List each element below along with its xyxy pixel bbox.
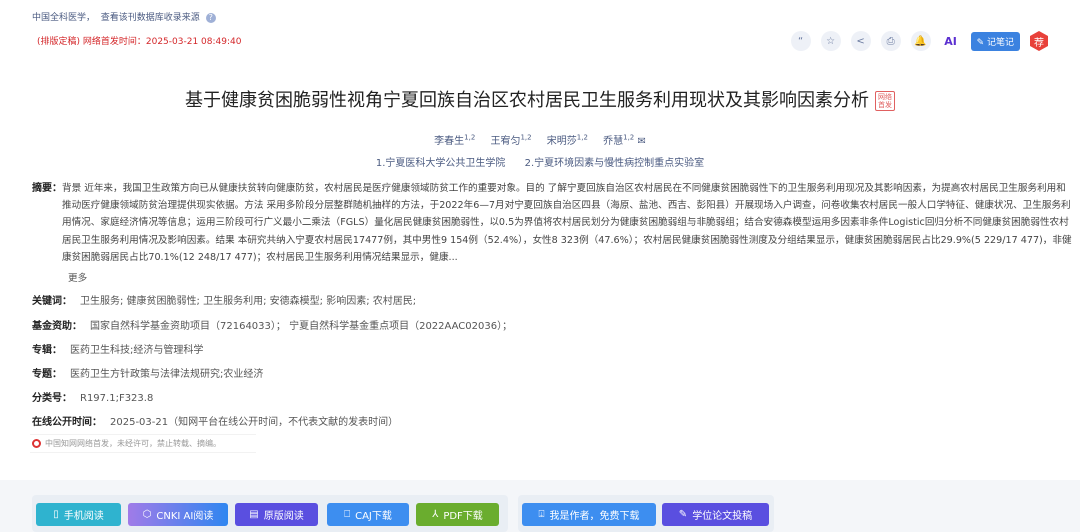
abstract-text: 背景 近年来，我国卫生政策方向已从健康扶贫转向健康防贫，农村居民是医疗健康领域防…	[62, 183, 1072, 263]
funding-value[interactable]: 国家自然科学基金资助项目（72164033）； 宁夏自然科学基金重点项目（202…	[90, 321, 512, 332]
classification-row: 分类号： R197.1;F323.8	[32, 389, 153, 404]
affiliation[interactable]: 2.宁夏环境因素与慢性病控制重点实验室	[525, 158, 705, 169]
phone-icon: ▯	[53, 509, 59, 520]
copyright-notice: 中国知网网络首发，未经许可，禁止转载、摘编。	[30, 434, 256, 453]
affiliation[interactable]: 1.宁夏医科大学公共卫生学院	[376, 158, 506, 169]
author[interactable]: 宋明莎1,2	[547, 134, 588, 147]
online-date-label: 在线公开时间：	[32, 417, 102, 428]
album-row: 专辑： 医药卫生科技;经济与管理科学	[32, 341, 203, 356]
book-icon: ▤	[249, 509, 259, 520]
star-icon[interactable]: ☆	[820, 31, 841, 51]
affiliations: 1.宁夏医科大学公共卫生学院 2.宁夏环境因素与慢性病控制重点实验室	[0, 154, 1080, 169]
pdf-download-button[interactable]: ⅄ PDF下载	[416, 503, 499, 526]
note-button[interactable]: ✎ 记笔记	[970, 31, 1020, 51]
share-icon[interactable]: <	[850, 31, 871, 51]
original-read-button[interactable]: ▤ 原版阅读	[235, 503, 318, 526]
help-icon[interactable]: ?	[205, 13, 216, 23]
journal-link[interactable]: 中国全科医学，	[32, 13, 95, 23]
author[interactable]: 乔慧1,2 ✉	[603, 134, 646, 147]
quote-icon[interactable]: “	[790, 31, 811, 51]
action-bar: ▯ 手机阅读 ⬡ CNKI AI阅读 ▤ 原版阅读 ⎕ CAJ下载 ⅄ PDF下载 ⍗ 我是…	[0, 480, 1080, 532]
online-date-value: 2025-03-21（知网平台在线公开时间，不代表文献的发表时间）	[110, 417, 399, 428]
thesis-submit-button[interactable]: ✎ 学位论文投稿	[662, 503, 769, 526]
author[interactable]: 李春生1,2	[434, 134, 475, 147]
toolbar: “ ☆ < ⎙ 🔔 AI ✎ 记笔记 荐	[790, 31, 1048, 51]
keywords-value[interactable]: 卫生服务; 健康贫困脆弱性; 卫生服务利用; 安德森模型; 影响因素; 农村居民…	[80, 296, 416, 307]
keywords-label: 关键词：	[32, 296, 72, 307]
print-icon[interactable]: ⎙	[880, 31, 901, 51]
target-icon	[32, 439, 41, 448]
abstract: 摘要： 背景 近年来，我国卫生政策方向已从健康扶贫转向健康防贫，农村居民是医疗健…	[32, 180, 1072, 266]
classification-label: 分类号：	[32, 393, 72, 404]
ai-hex-icon: ⬡	[142, 509, 152, 520]
classification-value: R197.1;F323.8	[80, 393, 154, 404]
keywords-row: 关键词： 卫生服务; 健康贫困脆弱性; 卫生服务利用; 安德森模型; 影响因素; …	[32, 292, 416, 307]
funding-label: 基金资助：	[32, 321, 82, 332]
title-text: 基于健康贫困脆弱性视角宁夏回族自治区农村居民卫生服务利用现状及其影响因素分析	[185, 90, 869, 111]
pdf-icon: ⅄	[432, 509, 439, 520]
topic-value: 医药卫生方针政策与法律法规研究;农业经济	[70, 369, 264, 380]
online-date-row: 在线公开时间： 2025-03-21（知网平台在线公开时间，不代表文献的发表时间）	[32, 413, 398, 428]
caj-download-button[interactable]: ⎕ CAJ下载	[327, 503, 409, 526]
source-link[interactable]: 查看该刊数据库收录来源	[101, 13, 200, 23]
author[interactable]: 王宥匀1,2	[490, 134, 531, 147]
online-first-badge: 网络 首发	[875, 91, 895, 111]
publish-status: (排版定稿) 网络首发时间：2025-03-21 08:49:40	[37, 37, 242, 47]
mobile-read-button[interactable]: ▯ 手机阅读	[36, 503, 121, 526]
funding-row: 基金资助： 国家自然科学基金资助项目（72164033）； 宁夏自然科学基金重点项…	[32, 317, 512, 332]
mail-icon[interactable]: ✉	[637, 136, 645, 147]
journal-line: 中国全科医学， 查看该刊数据库收录来源?	[32, 10, 216, 23]
download-icon: ⍗	[538, 509, 545, 520]
bell-icon[interactable]: 🔔	[910, 31, 931, 51]
topic-label: 专题：	[32, 369, 62, 380]
more-link[interactable]: 更多	[68, 270, 87, 284]
abstract-label: 摘要：	[32, 183, 62, 194]
author-free-download-button[interactable]: ⍗ 我是作者，免费下载	[522, 503, 656, 526]
authors: 李春生1,2 王宥匀1,2 宋明莎1,2 乔慧1,2 ✉	[0, 132, 1080, 147]
article-title: 基于健康贫困脆弱性视角宁夏回族自治区农村居民卫生服务利用现状及其影响因素分析 网络…	[0, 86, 1080, 112]
ai-button[interactable]: AI	[941, 35, 961, 48]
recommend-icon[interactable]: 荐	[1030, 31, 1048, 51]
album-label: 专辑：	[32, 345, 62, 356]
topic-row: 专题： 医药卫生方针政策与法律法规研究;农业经济	[32, 365, 263, 380]
open-book-icon: ⎕	[344, 509, 351, 520]
pen-icon: ✎	[678, 509, 688, 520]
album-value: 医药卫生科技;经济与管理科学	[70, 345, 204, 356]
copyright-text: 中国知网网络首发，未经许可，禁止转载、摘编。	[45, 439, 221, 448]
cnki-ai-read-button[interactable]: ⬡ CNKI AI阅读	[128, 503, 228, 526]
